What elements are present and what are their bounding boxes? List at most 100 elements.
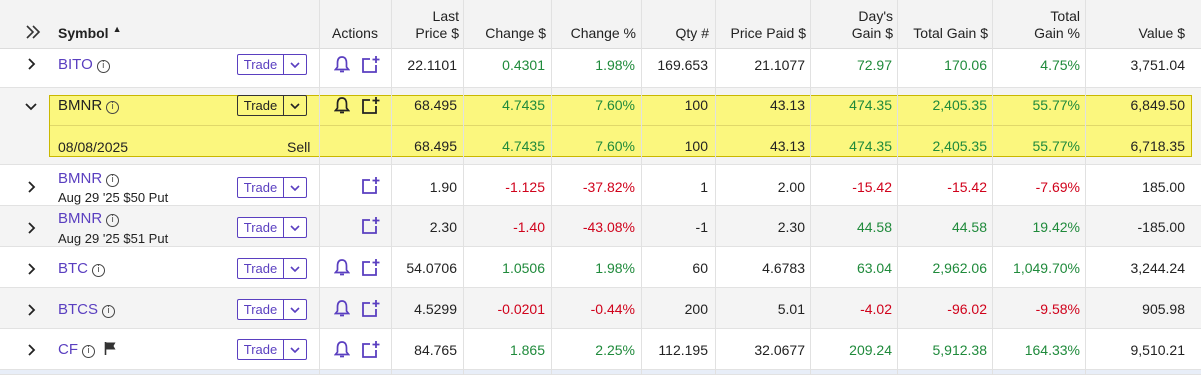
chevron-down-icon[interactable]	[290, 224, 300, 231]
trade-button[interactable]: Trade	[238, 259, 284, 278]
change-cell: -1.40	[513, 219, 545, 235]
trade-dropdown[interactable]: Trade	[237, 299, 307, 320]
symbol-link[interactable]: CF i	[58, 341, 95, 358]
change-cell: -0.0201	[497, 301, 545, 317]
chevron-down-icon[interactable]	[290, 346, 300, 353]
change-percent-cell: -43.08%	[582, 219, 635, 235]
change-cell: -1.125	[505, 179, 545, 195]
trade-button[interactable]: Trade	[238, 340, 284, 359]
bell-alert-icon[interactable]	[334, 300, 350, 318]
expand-chevron-icon[interactable]	[27, 57, 37, 73]
change-dollar-column-header[interactable]: Change $	[464, 0, 546, 48]
total-gain-cell: 44.58	[951, 219, 987, 235]
sell-link[interactable]: Sell	[287, 139, 310, 155]
qty-cell: 100	[684, 97, 708, 113]
symbol-link[interactable]: BTCS i	[58, 301, 116, 318]
info-icon[interactable]: i	[82, 345, 95, 358]
add-to-watchlist-icon[interactable]	[361, 96, 381, 115]
symbol-link[interactable]: BITO i	[58, 56, 110, 73]
info-icon[interactable]: i	[106, 101, 120, 114]
symbol-link[interactable]: BMNR i	[58, 170, 120, 187]
bell-alert-icon[interactable]	[334, 341, 350, 359]
last-price-cell: 4.5299	[414, 301, 457, 317]
info-icon[interactable]: i	[92, 264, 105, 277]
change-cell: 4.7435	[502, 138, 545, 154]
add-to-watchlist-icon[interactable]	[361, 258, 381, 277]
symbol-link[interactable]: BMNR i	[58, 210, 120, 227]
trade-dropdown[interactable]: Trade	[237, 258, 307, 279]
change-percent-cell: -0.44%	[590, 301, 635, 317]
change-percent-column-header[interactable]: Change %	[552, 0, 636, 48]
price-paid-cell: 4.6783	[762, 260, 805, 276]
add-to-watchlist-icon[interactable]	[361, 216, 381, 235]
price-paid-cell: 32.0677	[754, 342, 805, 358]
trade-dropdown[interactable]: Trade	[237, 177, 307, 198]
expand-chevron-icon[interactable]	[27, 343, 37, 359]
expand-chevron-icon[interactable]	[27, 180, 37, 196]
total-gain-percent-cell: 1,049.70%	[1013, 260, 1080, 276]
add-to-watchlist-icon[interactable]	[361, 176, 381, 195]
change-percent-cell: 7.60%	[595, 138, 635, 154]
trade-dropdown[interactable]: Trade	[237, 339, 307, 360]
chevron-down-icon[interactable]	[290, 184, 300, 191]
table-row	[0, 370, 1201, 375]
info-icon[interactable]: i	[106, 214, 120, 227]
days-gain-cell: 474.35	[849, 138, 892, 154]
qty-cell: 1	[700, 179, 708, 195]
total-gain-cell: 2,405.35	[932, 138, 988, 154]
trade-dropdown[interactable]: Trade	[237, 54, 307, 75]
days-gain-cell: 72.97	[856, 57, 892, 73]
trade-button[interactable]: Trade	[238, 178, 284, 197]
chevron-down-icon[interactable]	[290, 61, 300, 68]
change-cell: 1.0506	[502, 260, 545, 276]
value-cell: -185.00	[1137, 219, 1185, 235]
value-column-header[interactable]: Value $	[1090, 0, 1185, 48]
trade-dropdown[interactable]: Trade	[237, 217, 307, 238]
last-price-cell: 68.495	[414, 138, 457, 154]
trade-dropdown[interactable]: Trade	[237, 95, 307, 116]
qty-cell: -1	[695, 219, 708, 235]
symbol-column-header[interactable]: Symbol ▲	[58, 0, 158, 48]
bell-alert-icon[interactable]	[334, 56, 350, 74]
info-icon[interactable]: i	[106, 174, 120, 187]
days-gain-column-header[interactable]: Day's Gain $	[811, 0, 893, 48]
price-paid-cell: 21.1077	[754, 57, 805, 73]
chevron-down-icon[interactable]	[290, 306, 300, 313]
chevron-down-icon[interactable]	[290, 102, 300, 109]
total-gain-percent-column-header[interactable]: Total Gain %	[993, 0, 1080, 48]
trade-button[interactable]: Trade	[238, 96, 284, 115]
add-to-watchlist-icon[interactable]	[361, 299, 381, 318]
double-chevron-right-icon[interactable]	[25, 24, 41, 40]
expand-chevron-icon[interactable]	[27, 221, 37, 237]
add-to-watchlist-icon[interactable]	[361, 340, 381, 359]
chevron-down-icon[interactable]	[290, 265, 300, 272]
symbol-link[interactable]: BTC i	[58, 260, 105, 277]
total-gain-cell: 170.06	[944, 57, 987, 73]
qty-column-header[interactable]: Qty #	[642, 0, 709, 48]
expand-chevron-icon[interactable]	[27, 262, 37, 278]
expand-chevron-icon[interactable]	[27, 303, 37, 319]
change-cell: 4.7435	[502, 97, 545, 113]
trade-button[interactable]: Trade	[238, 218, 284, 237]
collapse-chevron-icon[interactable]	[25, 99, 37, 115]
bell-alert-icon[interactable]	[334, 259, 350, 277]
days-gain-cell: 63.04	[856, 260, 892, 276]
symbol-link[interactable]: BMNR i	[58, 97, 120, 114]
info-icon[interactable]: i	[102, 305, 116, 318]
info-icon[interactable]: i	[96, 60, 110, 73]
value-cell: 3,244.24	[1130, 260, 1186, 276]
change-percent-cell: 1.98%	[595, 57, 635, 73]
add-to-watchlist-icon[interactable]	[361, 55, 381, 74]
bell-alert-icon[interactable]	[334, 97, 350, 115]
trade-button[interactable]: Trade	[238, 300, 284, 319]
total-gain-dollar-column-header[interactable]: Total Gain $	[898, 0, 988, 48]
value-cell: 6,718.35	[1130, 138, 1186, 154]
actions-column-header: Actions	[332, 25, 378, 41]
last-price-column-header[interactable]: Last Price $	[392, 0, 459, 48]
trade-button[interactable]: Trade	[238, 55, 284, 74]
last-price-cell: 22.1101	[407, 57, 457, 73]
change-percent-cell: -37.82%	[582, 179, 635, 195]
price-paid-column-header[interactable]: Price Paid $	[716, 0, 806, 48]
total-gain-percent-cell: 164.33%	[1024, 342, 1080, 358]
option-description: Aug 29 '25 $50 Put	[58, 190, 169, 205]
